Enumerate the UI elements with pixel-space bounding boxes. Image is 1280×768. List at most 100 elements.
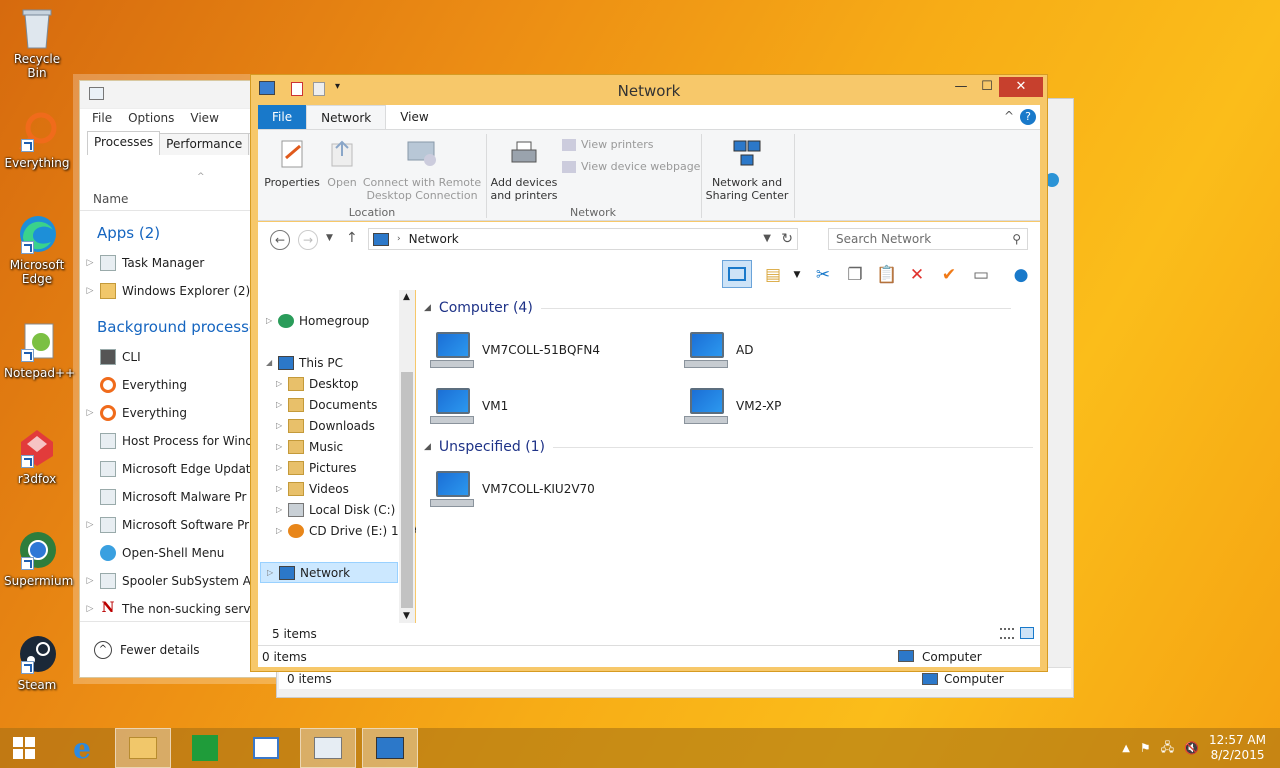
refresh-icon[interactable]: ↻ [781, 231, 793, 247]
navigation-pane[interactable]: ▷ Homegroup ◢ This PC ▷ Desktop ▷ Documents … [258, 290, 418, 623]
collapse-icon[interactable]: ◢ [424, 303, 431, 313]
desktop-icon-everything[interactable]: Everything [4, 112, 70, 170]
expand-icon[interactable]: ▷ [276, 505, 288, 514]
menu-view[interactable]: View [190, 111, 218, 125]
name-column[interactable]: Name [93, 192, 128, 206]
scroll-up-icon[interactable]: ▲ [403, 292, 410, 302]
expand-icon[interactable]: ▷ [276, 400, 288, 409]
search-icon[interactable]: ⚲ [1012, 232, 1021, 246]
add-devices-button[interactable]: Add devices and printers [488, 134, 560, 202]
expand-icon[interactable]: ▷ [80, 286, 100, 296]
start-button[interactable] [0, 728, 48, 768]
rename-icon[interactable]: ✔ [938, 264, 960, 286]
nav-music[interactable]: ▷ Music [276, 436, 343, 457]
tab-processes[interactable]: Processes [87, 131, 161, 155]
computer-item[interactable]: VM7COLL-KIU2V70 [430, 469, 595, 509]
menu-options[interactable]: Options [128, 111, 174, 125]
copy-icon[interactable]: ❐ [844, 264, 866, 286]
taskbar-internet-explorer[interactable]: e [54, 728, 110, 768]
close-button[interactable]: ✕ [999, 77, 1043, 97]
nav-videos[interactable]: ▷ Videos [276, 478, 349, 499]
nav-downloads[interactable]: ▷ Downloads [276, 415, 375, 436]
computer-item[interactable]: VM1 [430, 386, 508, 426]
expand-icon[interactable]: ▷ [276, 484, 288, 493]
taskbar-app[interactable] [238, 728, 294, 768]
paste-icon[interactable]: 📋 [876, 264, 898, 286]
computer-item[interactable]: VM7COLL-51BQFN4 [430, 330, 600, 370]
desktop-icon-r3dfox[interactable]: r3dfox [4, 428, 70, 486]
nav-this-pc[interactable]: ◢ This PC [266, 352, 343, 373]
action-center-flag-icon[interactable]: ⚑ [1140, 741, 1151, 755]
nav-cd-drive[interactable]: ▷ CD Drive (E:) 10 A [276, 520, 418, 541]
expand-icon[interactable]: ▷ [80, 408, 100, 418]
scroll-thumb[interactable] [401, 372, 413, 608]
expand-icon[interactable]: ▷ [80, 520, 100, 530]
folder-options-icon[interactable]: ▤ [762, 264, 784, 286]
nav-local-disk[interactable]: ▷ Local Disk (C:) [276, 499, 395, 520]
desktop-icon-recycle-bin[interactable]: Recycle Bin [4, 8, 70, 80]
nav-network[interactable]: ▷ Network [260, 562, 398, 583]
search-input[interactable]: Search Network ⚲ [828, 228, 1028, 250]
expand-icon[interactable]: ▷ [266, 316, 278, 325]
taskbar-file-explorer[interactable] [115, 728, 171, 768]
back-button[interactable]: ← [270, 230, 290, 250]
select-icon[interactable]: ▭ [970, 264, 992, 286]
nav-pictures[interactable]: ▷ Pictures [276, 457, 357, 478]
tab-file[interactable]: File [258, 105, 307, 129]
taskbar-store[interactable] [177, 728, 233, 768]
minimize-button[interactable]: — [947, 77, 975, 97]
nav-scrollbar[interactable]: ▲ ▼ [399, 290, 415, 623]
nav-documents[interactable]: ▷ Documents [276, 394, 377, 415]
address-box[interactable]: › Network ▼ ↻ [368, 228, 798, 250]
collapse-ribbon-icon[interactable]: ^ [1004, 109, 1014, 123]
open-button[interactable]: Open [322, 134, 362, 189]
computer-item[interactable]: VM2-XP [684, 386, 781, 426]
expand-icon[interactable]: ▷ [80, 576, 100, 586]
preview-pane-icon[interactable] [722, 260, 752, 288]
computer-item[interactable]: AD [684, 330, 753, 370]
tab-performance[interactable]: Performance [159, 133, 250, 155]
large-icons-view-icon[interactable] [1020, 627, 1034, 639]
remote-desktop-button[interactable]: Connect with Remote Desktop Connection [362, 134, 482, 202]
desktop-icon-edge[interactable]: Microsoft Edge [4, 214, 70, 286]
tab-view[interactable]: View [386, 105, 442, 129]
view-device-webpage-button[interactable]: View device webpage [562, 160, 700, 173]
expand-icon[interactable]: ▷ [267, 568, 279, 577]
help-icon[interactable]: ? [1020, 109, 1036, 125]
explorer-window[interactable]: ▾ Network — ☐ ✕ File Network View ^ ? Pr… [250, 74, 1048, 672]
taskbar-network[interactable] [362, 728, 418, 768]
recent-locations-icon[interactable]: ▼ [326, 233, 333, 243]
volume-muted-icon[interactable]: 🔇 [1184, 741, 1199, 755]
clock[interactable]: 12:57 AM 8/2/2015 [1209, 733, 1266, 763]
desktop-icon-supermium[interactable]: Supermium [4, 530, 73, 588]
delete-icon[interactable]: ✕ [906, 264, 928, 286]
desktop-icon-steam[interactable]: Steam [4, 634, 70, 692]
maximize-button[interactable]: ☐ [973, 77, 1001, 97]
expand-icon[interactable]: ▷ [80, 258, 100, 268]
expand-icon[interactable]: ▷ [276, 421, 288, 430]
network-sharing-center-button[interactable]: Network and Sharing Center [704, 134, 790, 202]
nav-desktop[interactable]: ▷ Desktop [276, 373, 359, 394]
expand-icon[interactable]: ▷ [276, 442, 288, 451]
expand-icon[interactable]: ▷ [276, 526, 288, 535]
collapse-icon[interactable]: ◢ [424, 442, 431, 452]
menu-file[interactable]: File [92, 111, 112, 125]
expand-icon[interactable]: ▷ [276, 379, 288, 388]
cut-icon[interactable]: ✂ [812, 264, 834, 286]
content-pane[interactable]: ◢ Computer (4) VM7COLL-51BQFN4 AD VM1 VM2… [416, 290, 1040, 623]
chevron-up-icon[interactable]: ^ [94, 640, 112, 659]
address-dropdown-icon[interactable]: ▼ [763, 233, 771, 244]
up-button[interactable]: ↑ [346, 230, 358, 246]
fewer-details-button[interactable]: Fewer details [120, 643, 200, 657]
dropdown-icon[interactable]: ▼ [786, 264, 808, 286]
nav-homegroup[interactable]: ▷ Homegroup [266, 310, 369, 331]
collapse-icon[interactable]: ◢ [266, 358, 278, 367]
details-view-icon[interactable] [1000, 628, 1014, 639]
desktop-icon-notepadpp[interactable]: Notepad++ [4, 322, 75, 380]
properties-button[interactable]: Properties [262, 134, 322, 189]
taskbar-task-manager[interactable] [300, 728, 356, 768]
show-hidden-icons[interactable]: ▲ [1122, 743, 1130, 754]
group-header-unspecified[interactable]: ◢ Unspecified (1) [424, 439, 1034, 455]
network-tray-icon[interactable]: 🖧 [1161, 738, 1174, 759]
explorer-titlebar[interactable]: ▾ Network — ☐ ✕ [251, 75, 1047, 103]
